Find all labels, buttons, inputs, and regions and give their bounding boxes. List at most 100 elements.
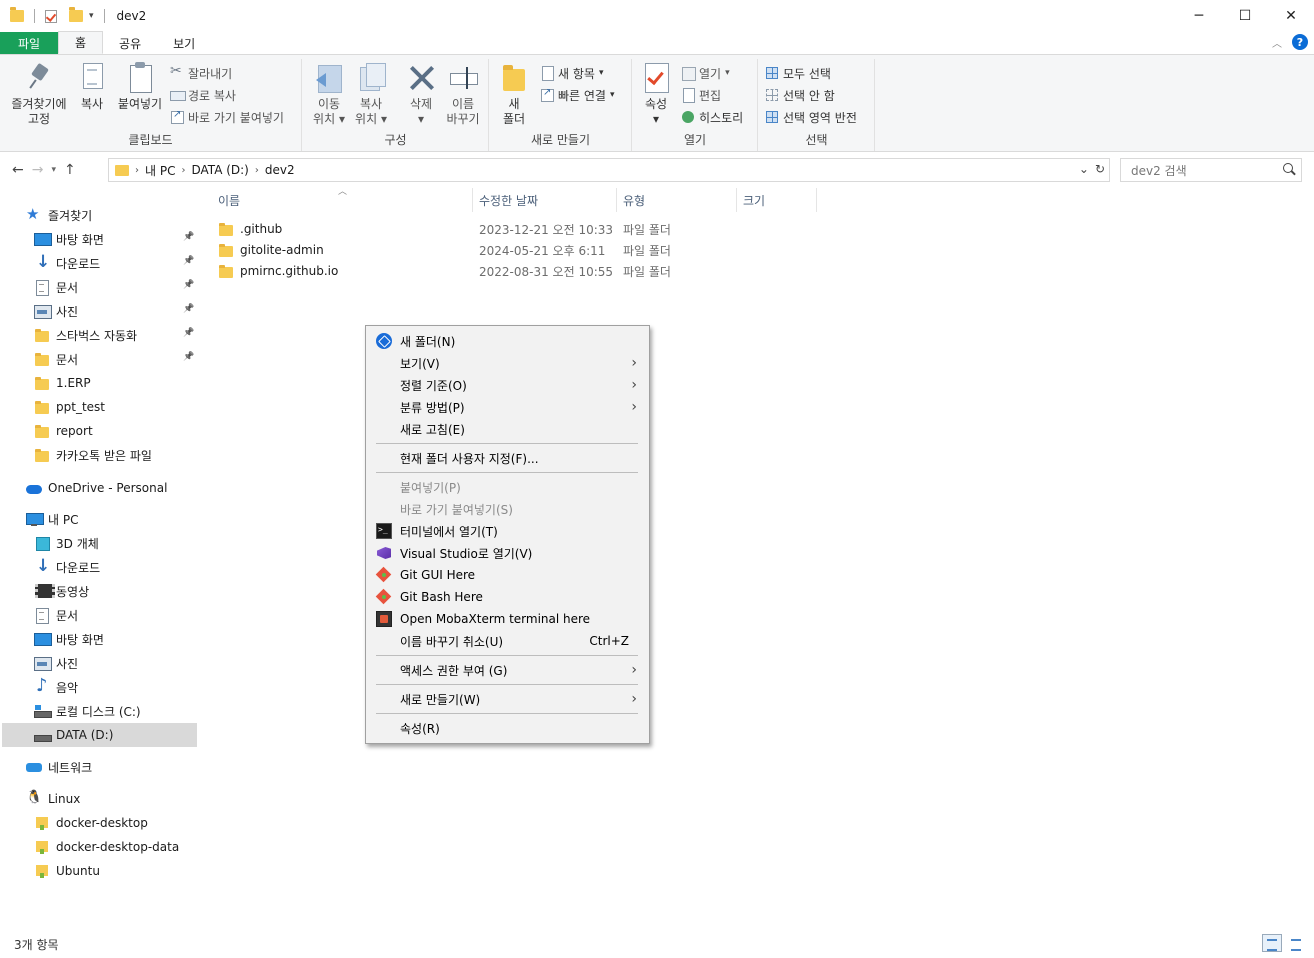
menu-item[interactable]: 바로 가기 붙여넣기(S) (366, 498, 649, 520)
refresh-icon[interactable]: ↻ (1095, 162, 1105, 176)
chevron-right-icon[interactable]: › (255, 165, 259, 176)
sidebar-item[interactable]: 문서 (34, 275, 78, 299)
copy-button[interactable]: 복사 (76, 61, 108, 112)
invert-selection-button[interactable]: 선택 영역 반전 (765, 107, 857, 127)
paste-shortcut-button[interactable]: 바로 가기 붙여넣기 (170, 107, 284, 127)
address-bar[interactable]: › 내 PC › DATA (D:) › dev2 ⌄ ↻ (108, 158, 1110, 182)
menu-item[interactable]: 액세스 권한 부여 (G) › (366, 659, 649, 681)
pin-icon[interactable]: 📌 (183, 256, 194, 266)
chevron-right-icon[interactable]: › (181, 165, 185, 176)
properties-icon[interactable] (45, 9, 57, 23)
sidebar-item-linux[interactable]: Linux (26, 787, 80, 811)
copy-path-button[interactable]: 경로 복사 (170, 85, 236, 105)
chevron-right-icon[interactable]: › (135, 165, 139, 176)
breadcrumb-data-drive[interactable]: DATA (D:) (191, 163, 248, 177)
cut-button[interactable]: 잘라내기 (170, 63, 232, 83)
file-row[interactable]: pmirnc.github.io 2022-08-31 오전 10:55 파일 폴더 (218, 261, 678, 281)
breadcrumb-dev2[interactable]: dev2 (265, 163, 295, 177)
sidebar-item[interactable]: 바탕 화면 (34, 627, 104, 651)
pin-icon[interactable]: 📌 (183, 328, 194, 338)
menu-item[interactable]: Open MobaXterm terminal here (366, 608, 649, 630)
maximize-button[interactable]: ☐ (1222, 0, 1268, 32)
file-row[interactable]: .github 2023-12-21 오전 10:33 파일 폴더 (218, 219, 678, 239)
sidebar-item[interactable]: 바탕 화면 (34, 227, 104, 251)
collapse-ribbon-icon[interactable]: ︿ (1272, 35, 1282, 50)
menu-item[interactable]: 정렬 기준(O) › (366, 374, 649, 396)
pin-to-quick-access-button[interactable]: 즐겨찾기에 고정 (8, 61, 70, 127)
help-icon[interactable]: ? (1292, 34, 1308, 50)
sidebar-item[interactable]: docker-desktop (34, 811, 148, 835)
move-to-button[interactable]: 이동 위치 ▾ (309, 61, 349, 127)
menu-item[interactable]: Git Bash Here (366, 586, 649, 608)
tab-file[interactable]: 파일 (0, 32, 58, 54)
sidebar-item[interactable]: Ubuntu (34, 859, 100, 883)
sidebar-item[interactable]: 3D 개체 (34, 531, 99, 555)
back-arrow-icon[interactable]: ← (12, 162, 24, 178)
open-button[interactable]: 열기 ▾ (681, 63, 730, 83)
menu-item[interactable]: 분류 방법(P) › (366, 396, 649, 418)
sidebar-item[interactable]: 로컬 디스크 (C:) (34, 699, 141, 723)
close-button[interactable]: ✕ (1268, 0, 1314, 32)
tab-home[interactable]: 홈 (58, 31, 104, 54)
sidebar-item[interactable]: 문서 (34, 347, 78, 371)
column-divider[interactable] (616, 188, 617, 212)
customize-toolbar-icon[interactable]: ▾ (89, 11, 94, 21)
column-divider[interactable] (816, 188, 817, 212)
menu-item[interactable]: 붙여넣기(P) (366, 476, 649, 498)
menu-item[interactable]: 현재 폴더 사용자 지정(F)... (366, 447, 649, 469)
menu-item[interactable]: 새로 고침(E) (366, 418, 649, 440)
menu-item[interactable]: Git GUI Here (366, 564, 649, 586)
pin-icon[interactable]: 📌 (183, 280, 194, 290)
sidebar-item[interactable]: 사진 (34, 651, 78, 675)
properties-button[interactable]: 속성 ▾ (639, 61, 673, 127)
easy-access-button[interactable]: 빠른 연결 ▾ (540, 85, 615, 105)
new-item-button[interactable]: 새 항목 ▾ (540, 63, 603, 83)
new-folder-button[interactable]: 새 폴더 (496, 61, 532, 127)
sidebar-item[interactable]: 다운로드 (34, 251, 100, 275)
column-header-date[interactable]: 수정한 날짜 (479, 188, 538, 212)
menu-item[interactable]: 새로 만들기(W) › (366, 688, 649, 710)
sidebar-item[interactable]: ppt_test (34, 395, 105, 419)
paste-button[interactable]: 붙여넣기 (114, 61, 166, 112)
minimize-button[interactable]: ─ (1176, 0, 1222, 32)
sidebar-item[interactable]: 카카오톡 받은 파일 (34, 443, 152, 467)
menu-item[interactable]: Visual Studio로 열기(V) (366, 542, 649, 564)
column-divider[interactable] (736, 188, 737, 212)
forward-arrow-icon[interactable]: → (32, 162, 44, 178)
tab-view[interactable]: 보기 (157, 32, 211, 54)
sidebar-item[interactable]: 음악 (34, 675, 78, 699)
details-view-button[interactable] (1262, 934, 1282, 952)
column-header-type[interactable]: 유형 (623, 188, 645, 212)
recent-locations-icon[interactable]: ▾ (51, 165, 56, 175)
sidebar-item[interactable]: 1.ERP (34, 371, 91, 395)
column-header-size[interactable]: 크기 (743, 188, 765, 212)
sidebar-item[interactable]: 스타벅스 자동화 (34, 323, 137, 347)
chevron-down-icon[interactable]: ⌄ (1079, 162, 1089, 176)
history-button[interactable]: 히스토리 (681, 107, 743, 127)
pin-icon[interactable]: 📌 (183, 352, 194, 362)
menu-item[interactable]: 속성(R) (366, 717, 649, 739)
menu-item[interactable]: 보기(V) › (366, 352, 649, 374)
select-none-button[interactable]: 선택 안 함 (765, 85, 835, 105)
pin-icon[interactable]: 📌 (183, 304, 194, 314)
sidebar-item[interactable]: 동영상 (34, 579, 89, 603)
file-row[interactable]: gitolite-admin 2024-05-21 오후 6:11 파일 폴더 (218, 240, 678, 260)
tab-share[interactable]: 공유 (103, 32, 157, 54)
search-input[interactable]: dev2 검색 (1120, 158, 1302, 182)
new-folder-icon[interactable] (69, 7, 83, 22)
sidebar-item-quick-access[interactable]: 즐겨찾기 (26, 203, 92, 227)
menu-item[interactable]: 터미널에서 열기(T) (366, 520, 649, 542)
sidebar-item[interactable]: 문서 (34, 603, 78, 627)
menu-item[interactable]: 이름 바꾸기 취소(U) Ctrl+Z (366, 630, 649, 652)
pin-icon[interactable]: 📌 (183, 232, 194, 242)
menu-item[interactable]: 새 폴더(N) (366, 330, 649, 352)
column-divider[interactable] (472, 188, 473, 212)
column-header-name[interactable]: 이름 (218, 188, 240, 212)
large-icons-view-button[interactable] (1286, 934, 1306, 952)
sidebar-item[interactable]: 사진 (34, 299, 78, 323)
breadcrumb-this-pc[interactable]: 내 PC (145, 162, 175, 179)
copy-to-button[interactable]: 복사 위치 ▾ (351, 61, 391, 127)
rename-button[interactable]: 이름 바꾸기 (441, 61, 485, 127)
sidebar-item[interactable]: 다운로드 (34, 555, 100, 579)
sidebar-item[interactable]: report (34, 419, 93, 443)
